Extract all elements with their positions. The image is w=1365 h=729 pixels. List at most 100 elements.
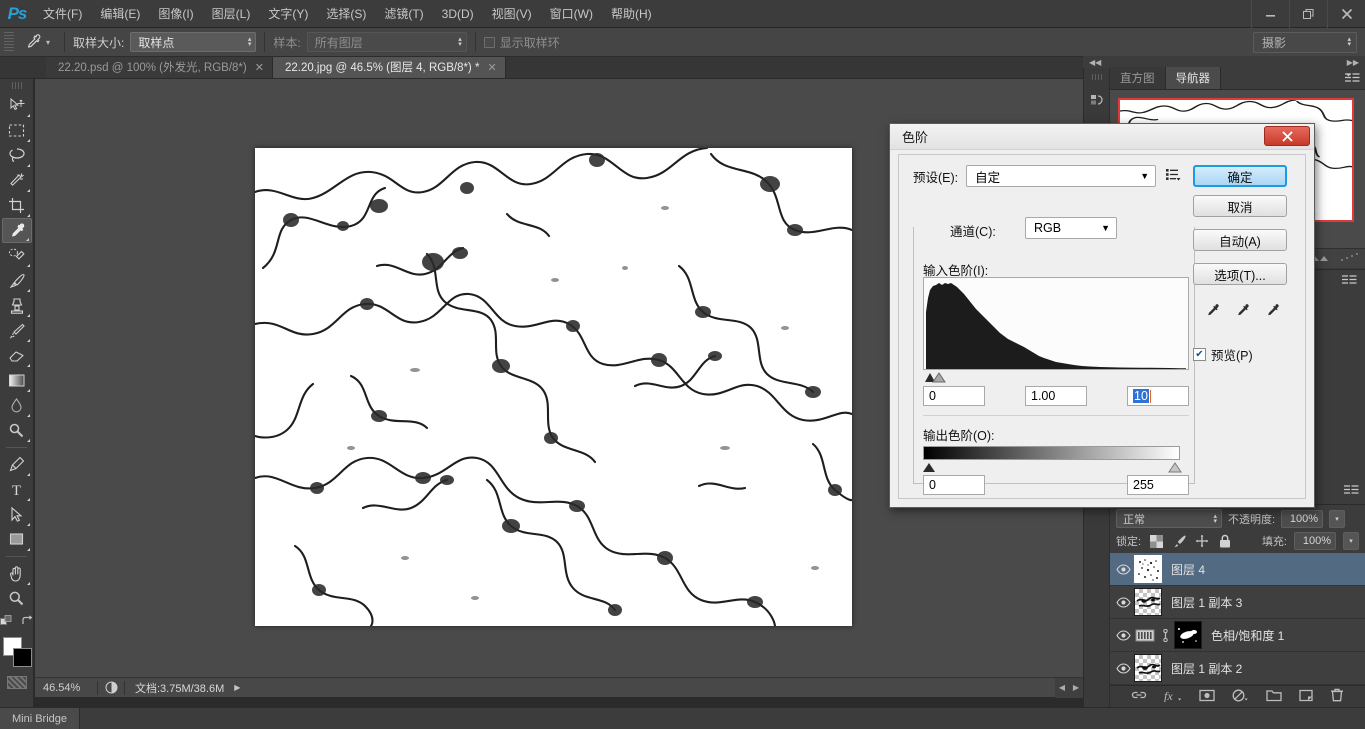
rail-grip[interactable] xyxy=(1092,74,1102,80)
collapse-left-icon[interactable]: ◀◀ xyxy=(1089,58,1101,67)
zoom-slider-icon[interactable] xyxy=(1339,252,1359,266)
hue-saturation-adjustment-icon[interactable] xyxy=(1134,628,1156,643)
default-colors-icon[interactable] xyxy=(0,615,13,631)
spot-healing-brush-tool[interactable] xyxy=(2,243,32,268)
path-selection-tool[interactable] xyxy=(2,502,32,527)
close-button[interactable] xyxy=(1327,0,1365,28)
tab-histogram[interactable]: 直方图 xyxy=(1110,67,1166,89)
move-tool[interactable] xyxy=(2,93,32,118)
lock-position-icon[interactable] xyxy=(1194,533,1210,549)
restore-button[interactable] xyxy=(1289,0,1327,28)
layer-row[interactable]: 图层 4 xyxy=(1110,553,1365,586)
channel-select[interactable]: RGB ▼ xyxy=(1025,217,1117,239)
layer-thumbnail[interactable] xyxy=(1134,654,1162,682)
preset-options-menu-icon[interactable] xyxy=(1166,168,1181,185)
preset-select[interactable]: 自定 ▼ xyxy=(966,165,1156,187)
close-icon[interactable]: ✕ xyxy=(487,61,496,74)
set-white-point-eyedropper-icon[interactable] xyxy=(1264,303,1281,323)
layer-mask-thumbnail[interactable] xyxy=(1174,621,1202,649)
auto-button[interactable]: 自动(A) xyxy=(1193,229,1287,251)
fx-icon[interactable]: fx xyxy=(1164,689,1182,705)
mini-bridge-tab[interactable]: Mini Bridge xyxy=(0,708,80,729)
menu-help[interactable]: 帮助(H) xyxy=(602,1,661,26)
layer-row[interactable]: 色相/饱和度 1 xyxy=(1110,619,1365,652)
layer-visibility-icon[interactable] xyxy=(1112,663,1134,674)
tools-panel-grip[interactable] xyxy=(12,82,22,89)
panel-menu-icon[interactable] xyxy=(1342,275,1357,289)
document-tab-jpg[interactable]: 22.20.jpg @ 46.5% (图层 4, RGB/8*) * ✕ xyxy=(273,56,506,78)
gradient-tool[interactable] xyxy=(2,368,32,393)
horizontal-scroll-right[interactable]: ▶ xyxy=(1069,678,1083,698)
zoom-level[interactable]: 46.54% xyxy=(35,682,97,694)
layer-row[interactable]: 图层 1 副本 2 xyxy=(1110,652,1365,685)
sample-size-select[interactable]: 取样点 ▴▾ xyxy=(130,32,256,52)
menu-window[interactable]: 窗口(W) xyxy=(541,1,602,26)
minimize-button[interactable] xyxy=(1251,0,1289,28)
brush-tool[interactable] xyxy=(2,268,32,293)
options-button[interactable]: 选项(T)... xyxy=(1193,263,1287,285)
eraser-tool[interactable] xyxy=(2,343,32,368)
new-group-icon[interactable] xyxy=(1266,689,1282,705)
input-levels-slider[interactable] xyxy=(923,371,1189,383)
lock-image-pixels-icon[interactable] xyxy=(1171,533,1187,549)
link-layers-icon[interactable] xyxy=(1131,689,1147,704)
new-layer-icon[interactable] xyxy=(1299,689,1313,705)
input-white-field[interactable]: 10 xyxy=(1127,386,1189,406)
output-white-field[interactable]: 255 xyxy=(1127,475,1189,495)
levels-dialog[interactable]: 色阶 预设(E): 自定 ▼ 通道(C): RGB ▼ 输入色阶(I): xyxy=(889,123,1315,508)
rectangular-marquee-tool[interactable] xyxy=(2,118,32,143)
menu-image[interactable]: 图像(I) xyxy=(149,1,202,26)
layer-row[interactable]: 图层 1 副本 3 xyxy=(1110,586,1365,619)
input-black-field[interactable]: 0 xyxy=(923,386,985,406)
dialog-title-bar[interactable]: 色阶 xyxy=(890,124,1314,150)
options-bar-grip[interactable] xyxy=(4,32,14,52)
layer-thumbnail[interactable] xyxy=(1134,588,1162,616)
menu-file[interactable]: 文件(F) xyxy=(34,1,91,26)
close-icon[interactable]: ✕ xyxy=(255,61,264,74)
horizontal-scroll-left[interactable]: ◀ xyxy=(1055,678,1069,698)
opacity-value[interactable]: 100% xyxy=(1281,510,1323,528)
rectangle-shape-tool[interactable] xyxy=(2,527,32,552)
eyedropper-tool[interactable] xyxy=(2,218,32,243)
type-tool[interactable]: T xyxy=(2,477,32,502)
zoom-tool[interactable] xyxy=(2,586,32,611)
input-gamma-field[interactable]: 1.00 xyxy=(1025,386,1087,406)
set-black-point-eyedropper-icon[interactable] xyxy=(1204,303,1221,323)
layer-thumbnail[interactable] xyxy=(1134,555,1162,583)
blend-mode-select[interactable]: 正常 ▴▾ xyxy=(1116,509,1222,528)
fill-slider-caret-icon[interactable]: ▾ xyxy=(1343,532,1359,550)
dialog-close-button[interactable] xyxy=(1264,126,1310,146)
history-brush-tool[interactable] xyxy=(2,318,32,343)
preview-checkbox[interactable]: ✔ xyxy=(1193,348,1206,361)
status-menu-arrow-icon[interactable]: ▶ xyxy=(234,683,240,692)
menu-3d[interactable]: 3D(D) xyxy=(433,3,483,25)
menu-view[interactable]: 视图(V) xyxy=(483,1,541,26)
menu-edit[interactable]: 编辑(E) xyxy=(91,1,149,26)
color-swatches[interactable] xyxy=(2,637,32,667)
document-profile-icon[interactable] xyxy=(98,681,124,694)
cancel-button[interactable]: 取消 xyxy=(1193,195,1287,217)
lock-transparency-icon[interactable] xyxy=(1148,533,1164,549)
layer-visibility-icon[interactable] xyxy=(1112,597,1134,608)
new-adjustment-layer-icon[interactable] xyxy=(1232,689,1249,705)
set-gray-point-eyedropper-icon[interactable] xyxy=(1234,303,1251,323)
ok-button[interactable]: 确定 xyxy=(1193,165,1287,187)
layer-visibility-icon[interactable] xyxy=(1112,630,1134,641)
delete-layer-icon[interactable] xyxy=(1330,688,1344,705)
menu-layer[interactable]: 图层(L) xyxy=(203,1,260,26)
output-levels-slider[interactable] xyxy=(921,461,1187,473)
eyedropper-icon[interactable] xyxy=(20,31,46,53)
dodge-tool[interactable] xyxy=(2,418,32,443)
tool-preset-caret-icon[interactable]: ▾ xyxy=(46,38,50,47)
menu-select[interactable]: 选择(S) xyxy=(317,1,375,26)
crop-tool[interactable] xyxy=(2,193,32,218)
magic-wand-tool[interactable] xyxy=(2,168,32,193)
mask-link-icon[interactable] xyxy=(1159,629,1171,642)
background-color-swatch[interactable] xyxy=(13,648,32,667)
document-tab-psd[interactable]: 22.20.psd @ 100% (外发光, RGB/8*) ✕ xyxy=(46,56,273,78)
lock-all-icon[interactable] xyxy=(1217,533,1233,549)
collapse-right-icon[interactable]: ▶▶ xyxy=(1347,58,1359,67)
output-black-field[interactable]: 0 xyxy=(923,475,985,495)
lasso-tool[interactable] xyxy=(2,143,32,168)
history-panel-icon[interactable] xyxy=(1084,88,1110,114)
